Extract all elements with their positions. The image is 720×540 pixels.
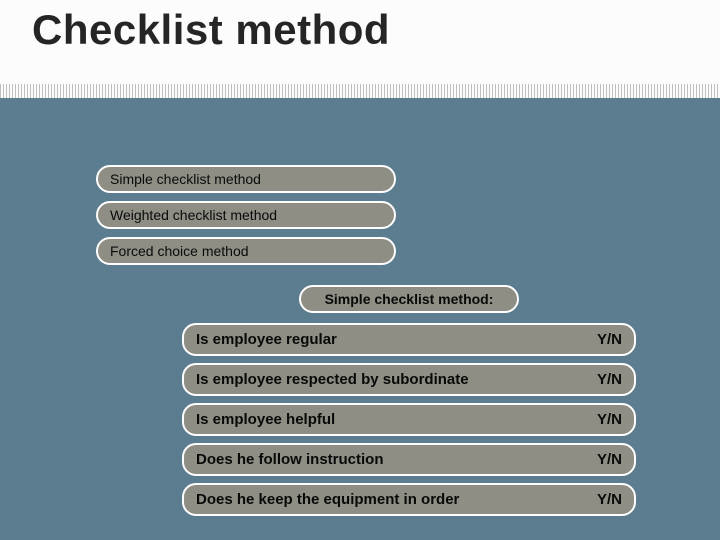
title-underline	[0, 84, 720, 98]
question-text: Is employee respected by subordinate	[196, 371, 469, 388]
question-row: Does he follow instruction Y/N	[182, 443, 636, 476]
question-text: Does he follow instruction	[196, 451, 384, 468]
method-item: Forced choice method	[96, 237, 396, 265]
answer-text: Y/N	[597, 371, 622, 388]
detail-block: Simple checklist method: Is employee reg…	[182, 285, 636, 523]
question-row: Is employee helpful Y/N	[182, 403, 636, 436]
answer-text: Y/N	[597, 491, 622, 508]
detail-title-wrap: Simple checklist method:	[182, 285, 636, 313]
question-row: Does he keep the equipment in order Y/N	[182, 483, 636, 516]
question-text: Is employee helpful	[196, 411, 335, 428]
answer-text: Y/N	[597, 451, 622, 468]
method-item: Weighted checklist method	[96, 201, 396, 229]
question-row: Is employee regular Y/N	[182, 323, 636, 356]
question-row: Is employee respected by subordinate Y/N	[182, 363, 636, 396]
slide-title: Checklist method	[32, 6, 720, 54]
question-text: Is employee regular	[196, 331, 337, 348]
title-band: Checklist method	[0, 0, 720, 98]
answer-text: Y/N	[597, 331, 622, 348]
question-text: Does he keep the equipment in order	[196, 491, 459, 508]
detail-title: Simple checklist method:	[299, 285, 520, 313]
method-item: Simple checklist method	[96, 165, 396, 193]
answer-text: Y/N	[597, 411, 622, 428]
methods-list: Simple checklist method Weighted checkli…	[96, 165, 396, 273]
